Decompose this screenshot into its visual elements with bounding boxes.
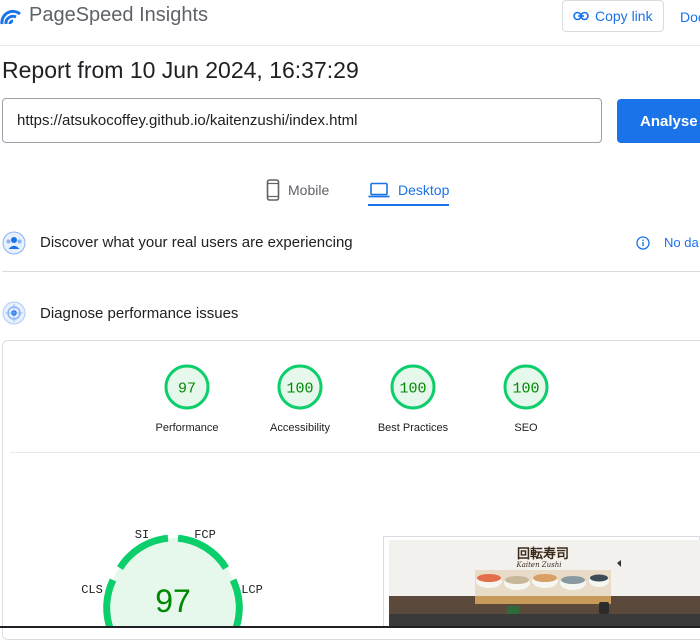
tab-desktop[interactable]: Desktop: [368, 172, 449, 208]
seo-gauge[interactable]: 100: [503, 364, 549, 410]
smartphone-icon: [266, 179, 280, 201]
performance-label: Performance: [155, 422, 219, 434]
tab-mobile[interactable]: Mobile: [266, 172, 329, 208]
metric-fcp-label: FCP: [194, 528, 216, 542]
header-divider: [0, 45, 700, 46]
performance-gauge[interactable]: 97: [164, 364, 210, 410]
screenshot-subtitle: Kaiten Zushi: [515, 561, 561, 569]
accessibility-label: Accessibility: [270, 422, 330, 434]
app-title[interactable]: PageSpeed Insights: [29, 4, 208, 27]
analyse-button[interactable]: Analyse: [617, 99, 700, 143]
performance-big-gauge: 97 SI FCP CLS LCP: [81, 528, 263, 628]
seo-label: SEO: [514, 422, 538, 434]
metric-cls-label: CLS: [81, 583, 103, 597]
laptop-icon: [368, 182, 390, 198]
active-tab-indicator: [368, 204, 449, 206]
info-icon: [636, 236, 650, 250]
tab-mobile-label: Mobile: [288, 182, 330, 198]
copy-link-button[interactable]: Copy link: [562, 0, 664, 32]
diagnose-icon: [2, 301, 26, 325]
screenshot-logo-text: 回転寿司: [517, 546, 569, 562]
accessibility-score: 100: [286, 381, 313, 398]
best-practices-gauge[interactable]: 100: [390, 364, 436, 410]
no-data-label: No da: [664, 235, 699, 250]
seo-score: 100: [512, 381, 539, 398]
accessibility-gauge[interactable]: 100: [277, 364, 323, 410]
card-divider: [10, 452, 700, 453]
performance-score: 97: [178, 381, 196, 398]
metric-si-label: SI: [135, 528, 149, 542]
pagespeed-logo-icon: [0, 9, 22, 28]
performance-big-score: 97: [155, 583, 191, 619]
metric-lcp-label: LCP: [241, 583, 263, 597]
report-title: Report from 10 Jun 2024, 16:37:29: [2, 57, 359, 83]
page-screenshot-image: 回転寿司 Kaiten Zushi: [389, 540, 700, 628]
best-practices-label: Best Practices: [377, 422, 449, 434]
docs-link[interactable]: Doc: [680, 9, 700, 25]
link-icon: [573, 11, 589, 21]
best-practices-score: 100: [399, 381, 426, 398]
field-data-title: Discover what your real users are experi…: [40, 234, 353, 251]
tab-desktop-label: Desktop: [398, 182, 450, 198]
lab-data-title: Diagnose performance issues: [40, 305, 239, 322]
users-icon: [2, 231, 26, 255]
url-input[interactable]: [2, 98, 602, 143]
section-divider: [2, 271, 700, 272]
copy-link-label: Copy link: [595, 8, 653, 24]
